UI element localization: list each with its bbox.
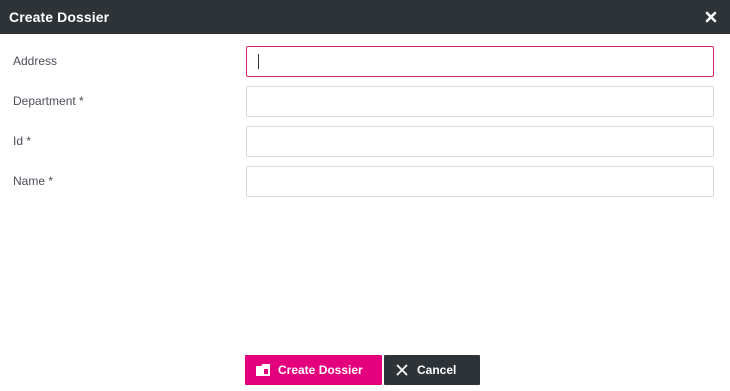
address-input[interactable] (246, 46, 714, 77)
department-input[interactable] (246, 86, 714, 117)
id-input[interactable] (246, 126, 714, 157)
name-label: Name * (13, 174, 54, 188)
cancel-button[interactable]: Cancel (384, 355, 480, 385)
create-dossier-label: Create Dossier (278, 363, 363, 377)
create-dossier-button[interactable]: Create Dossier (245, 355, 382, 385)
department-label: Department * (13, 94, 84, 108)
dialog-title: Create Dossier (9, 9, 110, 25)
dossier-icon (255, 362, 271, 378)
name-input[interactable] (246, 166, 714, 197)
x-icon (394, 362, 410, 378)
id-label: Id * (13, 134, 32, 148)
name-row: Name * (0, 166, 730, 197)
close-icon[interactable] (703, 9, 719, 25)
dialog-titlebar: Create Dossier (0, 0, 730, 34)
cancel-label: Cancel (417, 363, 457, 377)
text-caret (258, 54, 259, 69)
id-row: Id * (0, 126, 730, 157)
department-row: Department * (0, 86, 730, 117)
address-label: Address (13, 54, 58, 68)
address-row: Address (0, 46, 730, 77)
